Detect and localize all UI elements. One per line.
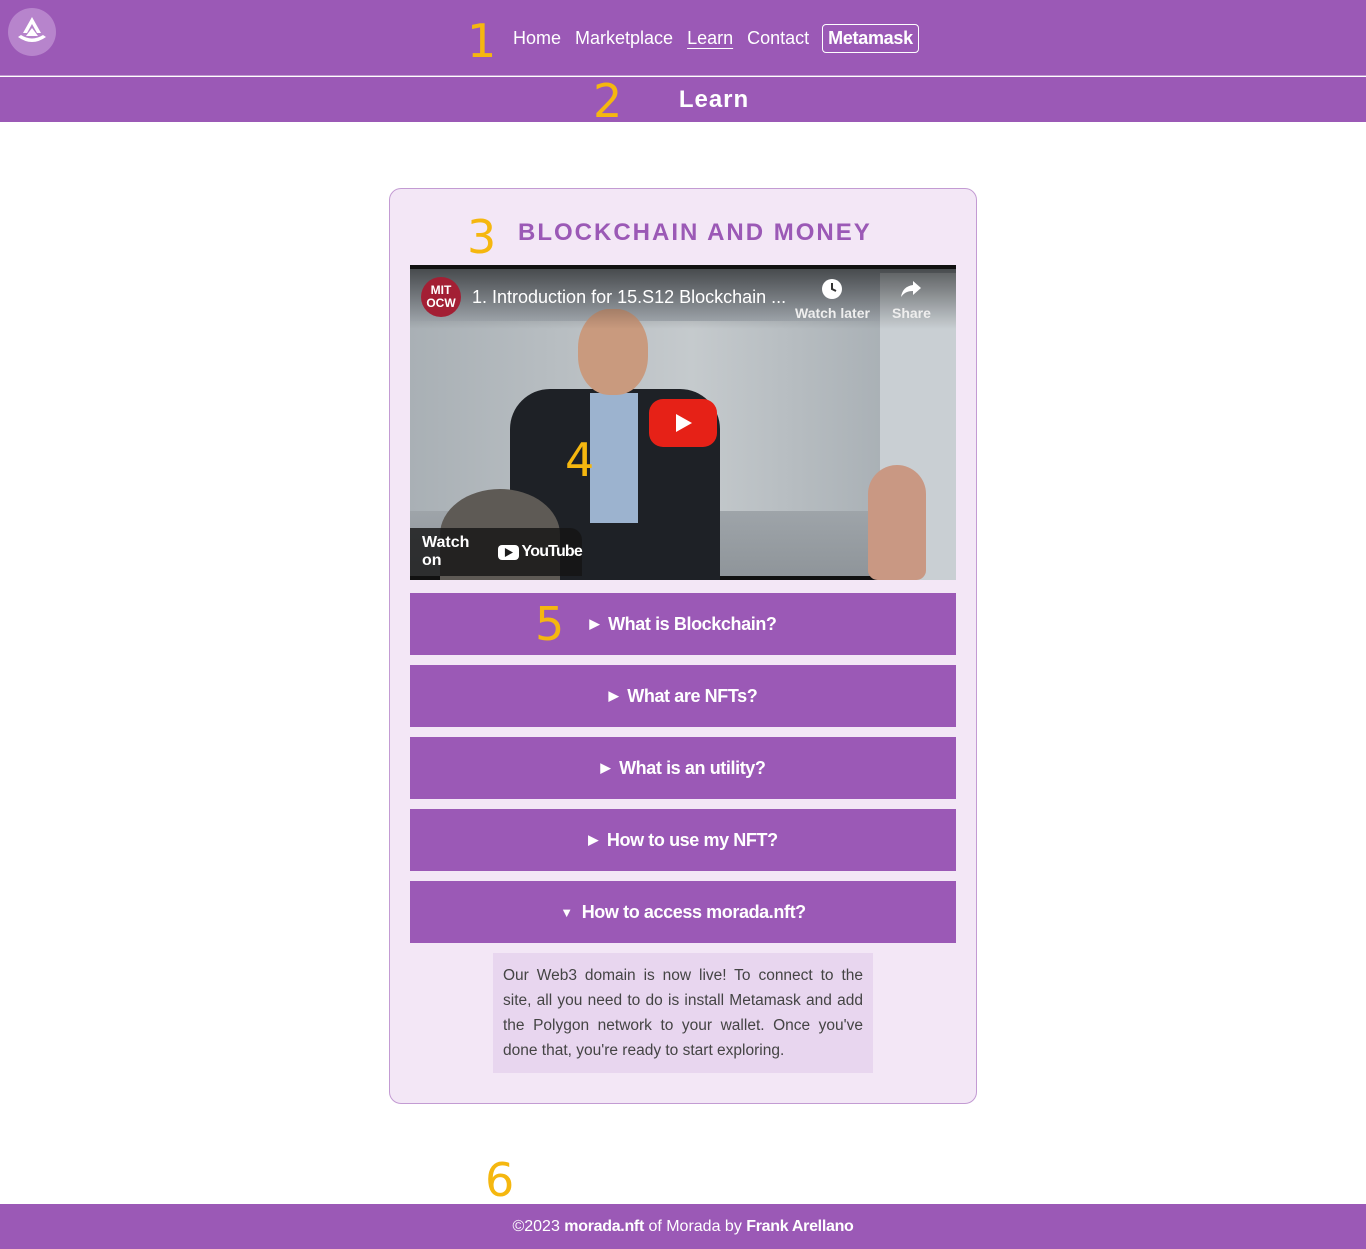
triangle-right-icon: ▶ (608, 688, 619, 703)
nav-links: Home Marketplace Learn Contact Metamask (512, 22, 919, 54)
youtube-logo-icon: YouTube (497, 543, 583, 561)
footer-site-link[interactable]: morada.nft (564, 1218, 644, 1236)
play-icon (676, 414, 692, 432)
morada-logo-icon[interactable] (8, 8, 56, 56)
watch-later-button[interactable]: Watch later (795, 277, 870, 321)
navbar: Home Marketplace Learn Contact Metamask (0, 0, 1366, 76)
share-icon (901, 281, 922, 297)
faq-question: What is Blockchain? (608, 613, 777, 634)
nav-contact-link[interactable]: Contact (746, 28, 810, 49)
play-button[interactable] (649, 399, 717, 447)
annotation-5: 5 (535, 597, 565, 651)
video-embed[interactable]: MIT OCW 1. Introduction for 15.S12 Block… (410, 265, 956, 580)
annotation-2: 2 (593, 74, 623, 128)
annotation-3: 3 (467, 210, 497, 264)
triangle-right-icon: ▶ (600, 760, 611, 775)
learn-card: 3 BLOCKCHAIN AND MONEY MIT OCW 1. Introd… (389, 188, 977, 1104)
faq-toggle-blockchain[interactable]: ▶ What is Blockchain? (410, 593, 956, 655)
faq-answer: Our Web3 domain is now live! To connect … (493, 953, 873, 1073)
watch-on-label: Watch on (422, 534, 470, 569)
annotation-1: 1 (467, 14, 497, 68)
faq-toggle-access[interactable]: ▼ How to access morada.nft? (410, 881, 956, 943)
channel-avatar[interactable]: MIT OCW (421, 277, 461, 317)
footer: ©2023 morada.nft of Morada by Frank Arel… (0, 1204, 1366, 1249)
faq-toggle-nfts[interactable]: ▶ What are NFTs? (410, 665, 956, 727)
video-title[interactable]: 1. Introduction for 15.S12 Blockchain ..… (472, 287, 786, 308)
annotation-6: 6 (485, 1153, 515, 1207)
footer-author-link[interactable]: Frank Arellano (746, 1218, 854, 1236)
triangle-right-icon: ▶ (588, 832, 598, 847)
nav-marketplace-link[interactable]: Marketplace (574, 28, 674, 49)
page-title: Learn (678, 85, 750, 113)
faq-question: How to access morada.nft? (581, 901, 806, 922)
faq-question: What are NFTs? (627, 685, 758, 706)
annotation-4: 4 (565, 433, 595, 487)
faq-question: What is an utility? (619, 757, 766, 778)
watch-on-youtube-link[interactable]: Watch on YouTube (410, 528, 583, 576)
faq-toggle-use-nft[interactable]: ▶ How to use my NFT? (410, 809, 956, 871)
faq-question: How to use my NFT? (606, 829, 778, 850)
triangle-down-icon: ▼ (560, 904, 573, 920)
watch-later-label: Watch later (795, 305, 870, 321)
nav-home-link[interactable]: Home (512, 28, 562, 49)
nav-learn-link[interactable]: Learn (686, 28, 734, 49)
metamask-button[interactable]: Metamask (822, 23, 919, 53)
clock-icon (822, 279, 843, 299)
page-header: Learn (0, 77, 1366, 122)
share-label: Share (892, 305, 931, 321)
footer-copyright: ©2023 (512, 1217, 560, 1235)
section-title: BLOCKCHAIN AND MONEY (518, 219, 872, 246)
faq-toggle-utility[interactable]: ▶ What is an utility? (410, 737, 956, 799)
share-button[interactable]: Share (892, 277, 931, 321)
triangle-right-icon: ▶ (589, 616, 600, 631)
footer-text: of Morada by (648, 1217, 742, 1235)
